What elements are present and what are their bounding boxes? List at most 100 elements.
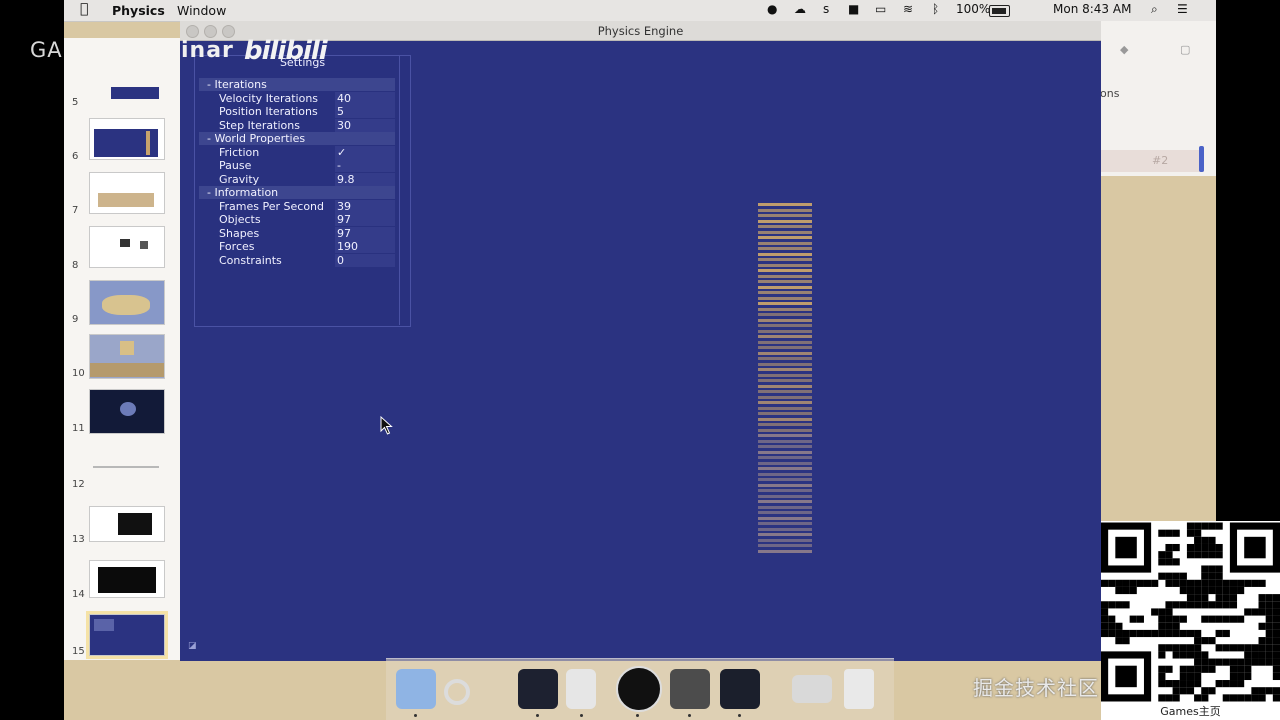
velocity-iterations-field[interactable]: 40 <box>335 92 395 105</box>
keynote-icon[interactable] <box>566 669 596 709</box>
qr-module <box>1165 543 1173 552</box>
qr-module <box>1158 665 1166 673</box>
qr-module <box>1201 687 1209 695</box>
friction-checkbox[interactable]: ✓ <box>335 146 395 159</box>
position-iterations-field[interactable]: 5 <box>335 105 395 118</box>
plank <box>758 318 812 322</box>
slide-thumbnail[interactable] <box>89 118 165 160</box>
qr-module <box>1122 637 1130 645</box>
qr-module <box>1215 615 1223 623</box>
slide-thumbnail[interactable] <box>89 389 165 434</box>
qr-module <box>1129 615 1137 623</box>
row-constraints: Constraints 0 <box>199 254 395 267</box>
group-world-properties[interactable]: - World Properties <box>199 132 395 145</box>
settings-panel: Settings - Iterations Velocity Iteration… <box>194 55 411 327</box>
qr-module <box>1122 586 1130 595</box>
plank <box>758 269 812 272</box>
qr-module <box>1143 629 1152 638</box>
qr-module <box>1194 694 1202 702</box>
simulation-viewport[interactable]: Settings - Iterations Velocity Iteration… <box>180 41 1101 661</box>
wifi-icon[interactable]: ≋ <box>903 2 913 16</box>
slide-thumbnail-selected[interactable] <box>86 611 168 659</box>
tray-app-icon[interactable]: ● <box>767 2 777 16</box>
qr-module <box>1265 594 1273 602</box>
qr-module <box>1272 637 1280 645</box>
qr-module <box>1222 680 1230 688</box>
group-information[interactable]: - Information <box>199 186 395 199</box>
physics-app-icon[interactable] <box>720 669 760 709</box>
resize-grip-icon[interactable]: ◪ <box>188 641 198 651</box>
acrobat-icon[interactable] <box>670 669 710 709</box>
plank <box>758 230 812 234</box>
battery-icon[interactable] <box>989 5 1010 17</box>
slide-thumbnail[interactable] <box>89 172 165 214</box>
search-icon[interactable]: ⌕ <box>1151 2 1158 17</box>
qr-module <box>1258 594 1266 602</box>
airplay-icon[interactable]: ▭ <box>875 2 886 16</box>
slide-thumbnail[interactable] <box>89 280 165 325</box>
slide-thumbnail[interactable] <box>89 456 163 482</box>
slide-thumbnail[interactable] <box>89 334 165 379</box>
finder-icon[interactable] <box>396 669 436 709</box>
terminal-icon[interactable] <box>518 669 558 709</box>
thumbnail-number: 6 <box>72 151 79 162</box>
running-indicator <box>580 714 583 717</box>
qr-module <box>1158 622 1166 630</box>
qr-module <box>1215 586 1223 595</box>
qr-module <box>1229 594 1238 602</box>
qr-module <box>1201 637 1209 645</box>
qr-module <box>1165 608 1173 616</box>
settings-scrollbar[interactable] <box>399 55 410 325</box>
qr-module <box>1244 536 1266 559</box>
apple-icon[interactable]:  <box>80 1 88 17</box>
qr-module <box>1186 672 1195 681</box>
gravity-field[interactable]: 9.8 <box>335 173 395 186</box>
qr-module <box>1222 629 1230 638</box>
qr-module <box>1115 579 1123 587</box>
thumbnail-number: 12 <box>72 479 85 490</box>
plank-tower[interactable] <box>758 203 812 555</box>
clock[interactable]: Mon 8:43 AM <box>1053 2 1131 16</box>
menu-window[interactable]: Window <box>177 3 226 18</box>
obs-icon[interactable] <box>616 666 662 712</box>
qr-module <box>1179 665 1187 673</box>
slide-thumbnail[interactable] <box>89 226 165 268</box>
siri-icon[interactable] <box>444 679 470 705</box>
qr-module <box>1215 522 1223 530</box>
tray-s-icon[interactable]: s <box>823 2 829 16</box>
qr-module <box>1237 586 1245 595</box>
qr-module <box>1222 579 1230 587</box>
row-label: Position Iterations <box>219 105 318 118</box>
qr-module <box>1158 651 1166 659</box>
bluetooth-icon[interactable]: ᛒ <box>932 2 939 16</box>
letterbox-left <box>0 0 64 720</box>
plank <box>758 522 812 525</box>
background-scrollbar[interactable] <box>1199 146 1204 172</box>
qr-module <box>1194 672 1202 681</box>
qr-module <box>1165 558 1173 566</box>
qr-module <box>1237 672 1245 681</box>
pause-checkbox[interactable]: - <box>335 159 395 172</box>
plank <box>758 252 812 256</box>
qr-module <box>1208 579 1216 587</box>
menu-app-name[interactable]: Physics <box>112 3 165 18</box>
menu-list-icon[interactable]: ☰ <box>1177 2 1188 16</box>
qr-module <box>1101 622 1109 630</box>
creative-cloud-icon[interactable]: ☁ <box>794 2 806 16</box>
step-iterations-field[interactable]: 30 <box>335 119 395 132</box>
qr-module <box>1186 551 1195 559</box>
slide-thumbnail[interactable] <box>89 506 165 542</box>
slide-thumbnail[interactable] <box>89 560 165 598</box>
qr-module <box>1258 687 1266 695</box>
trash-icon[interactable] <box>844 669 874 709</box>
qr-module <box>1237 694 1245 702</box>
recording-icon[interactable]: ■ <box>848 2 859 16</box>
slide-thumbnail[interactable] <box>89 76 163 106</box>
diamond-icon: ◆ <box>1120 43 1129 56</box>
qr-module <box>1101 601 1109 609</box>
qr-module <box>1251 579 1259 587</box>
qr-module <box>1194 658 1202 666</box>
group-iterations[interactable]: - Iterations <box>199 78 395 91</box>
folder-icon[interactable] <box>792 675 832 703</box>
qr-code <box>1101 521 1280 703</box>
